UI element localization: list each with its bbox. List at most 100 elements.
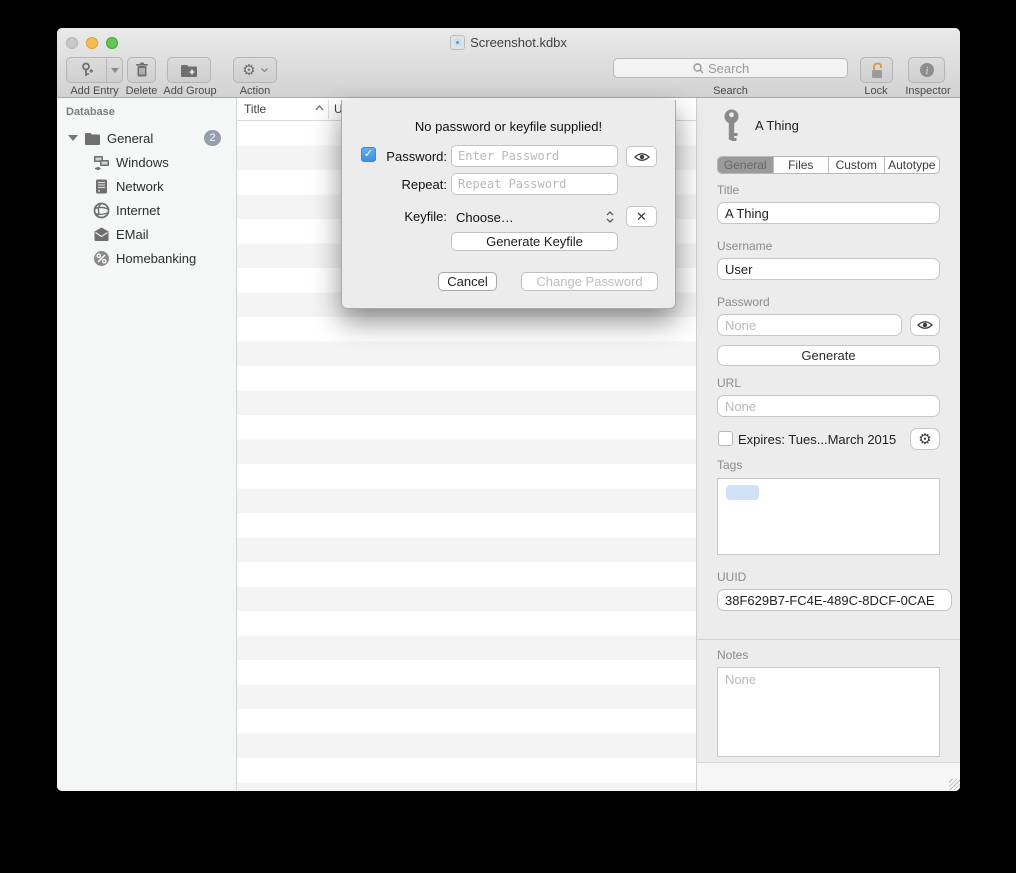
server-icon — [93, 178, 110, 195]
inspector-button[interactable]: i — [908, 57, 945, 83]
sidebar-section-header: Database — [66, 106, 115, 118]
sort-ascending-icon — [315, 105, 324, 111]
username-field-label: Username — [717, 239, 772, 253]
uuid-input[interactable] — [717, 589, 952, 611]
resize-grip[interactable] — [949, 779, 960, 790]
notes-textarea[interactable] — [717, 667, 940, 757]
sidebar-item-label: Internet — [116, 203, 160, 218]
username-input[interactable] — [717, 258, 940, 280]
sidebar-item-label: Homebanking — [116, 251, 196, 266]
reveal-password-button[interactable] — [626, 146, 657, 167]
reveal-password-button[interactable] — [910, 314, 940, 336]
enter-password-input[interactable] — [451, 145, 618, 167]
column-divider[interactable] — [328, 100, 329, 119]
sidebar-item-internet[interactable]: Internet — [57, 198, 237, 222]
folder-icon — [84, 130, 101, 147]
sidebar: Database General 2 Windows Network Inter… — [57, 98, 237, 791]
sidebar-item-homebanking[interactable]: Homebanking — [57, 246, 237, 270]
disclosure-triangle-icon[interactable] — [68, 135, 78, 141]
title-field-label: Title — [717, 183, 739, 197]
inspector-panel: A Thing General Files Custom Autotype Ti… — [696, 98, 960, 791]
inspector-entry-title: A Thing — [755, 118, 799, 133]
sidebar-item-label: Windows — [116, 155, 169, 170]
search-label: Search — [613, 85, 848, 97]
generate-password-button[interactable]: Generate — [717, 345, 940, 366]
eye-icon — [917, 320, 933, 330]
tab-files[interactable]: Files — [774, 157, 830, 173]
folder-plus-icon — [180, 63, 198, 78]
password-field-label: Password — [717, 295, 770, 309]
tab-custom[interactable]: Custom — [829, 157, 885, 173]
column-header-title[interactable]: Title — [244, 102, 266, 116]
sidebar-item-email[interactable]: EMail — [57, 222, 237, 246]
password-input[interactable] — [717, 314, 902, 336]
close-icon: ✕ — [636, 209, 647, 225]
workgroup-icon — [93, 154, 110, 171]
search-icon — [693, 63, 704, 74]
titlebar-toolbar: Screenshot.kdbx Add Entry Del — [57, 28, 960, 98]
uuid-field-label: UUID — [717, 570, 746, 584]
key-plus-icon — [67, 62, 106, 78]
url-input[interactable] — [717, 395, 940, 417]
generate-keyfile-button[interactable]: Generate Keyfile — [451, 232, 618, 251]
globe-icon — [93, 202, 110, 219]
window-title-text: Screenshot.kdbx — [470, 35, 567, 50]
chevron-down-icon — [261, 68, 268, 72]
add-group-button[interactable] — [167, 57, 211, 83]
eye-icon — [634, 152, 650, 162]
notes-field-label: Notes — [717, 648, 748, 662]
sidebar-item-label: EMail — [116, 227, 149, 242]
cancel-button[interactable]: Cancel — [438, 272, 497, 291]
key-icon — [722, 109, 741, 143]
keyfile-popup-button[interactable]: Choose… — [451, 206, 618, 228]
document-icon — [450, 35, 465, 50]
delete-button[interactable] — [127, 57, 156, 83]
repeat-password-input[interactable] — [451, 173, 618, 195]
expires-settings-button[interactable]: ⚙ — [910, 428, 940, 450]
add-group-label: Add Group — [161, 85, 219, 97]
inspector-bottom-bar — [697, 762, 960, 791]
action-button[interactable]: ⚙ — [233, 57, 277, 83]
lock-button[interactable] — [860, 57, 893, 83]
change-password-sheet: No password or keyfile supplied! ✓ Passw… — [341, 100, 676, 309]
tab-general[interactable]: General — [718, 157, 774, 173]
title-input[interactable] — [717, 202, 940, 224]
percent-icon — [93, 250, 110, 267]
action-label: Action — [233, 85, 277, 97]
password-row-label: Password: — [361, 149, 447, 164]
lock-open-icon — [870, 62, 884, 79]
add-entry-button[interactable] — [66, 57, 123, 83]
window-title: Screenshot.kdbx — [57, 35, 960, 50]
keyfile-popup-value: Choose… — [451, 210, 514, 225]
keyfile-row-label: Keyfile: — [361, 209, 447, 224]
inspector-tabs: General Files Custom Autotype — [717, 156, 940, 174]
tags-box[interactable] — [717, 478, 940, 555]
sidebar-item-label: Network — [116, 179, 164, 194]
tags-field-label: Tags — [717, 458, 742, 472]
sheet-warning-message: No password or keyfile supplied! — [342, 119, 675, 134]
app-window: Screenshot.kdbx Add Entry Del — [57, 28, 960, 791]
expires-label: Expires: Tues...March 2015 — [738, 432, 896, 447]
tag-token[interactable] — [726, 485, 759, 500]
chevron-down-icon[interactable] — [107, 68, 123, 73]
repeat-row-label: Repeat: — [361, 177, 447, 192]
clear-keyfile-button[interactable]: ✕ — [626, 206, 657, 227]
change-password-button[interactable]: Change Password — [521, 272, 658, 291]
expires-checkbox[interactable] — [718, 431, 733, 446]
stepper-chevrons-icon — [606, 211, 614, 223]
search-field[interactable] — [613, 58, 848, 78]
desktop-background: Screenshot.kdbx Add Entry Del — [0, 0, 1016, 873]
search-input[interactable] — [708, 61, 768, 76]
sidebar-item-label: General — [107, 131, 153, 146]
info-icon: i — [919, 62, 935, 78]
gear-icon: ⚙ — [918, 432, 931, 447]
entry-count-badge: 2 — [204, 130, 221, 146]
tab-autotype[interactable]: Autotype — [885, 157, 940, 173]
inspector-label: Inspector — [900, 85, 956, 97]
sidebar-item-network[interactable]: Network — [57, 174, 237, 198]
envelope-icon — [93, 226, 110, 243]
sidebar-item-general[interactable]: General 2 — [57, 126, 237, 150]
svg-text:i: i — [925, 66, 928, 77]
lock-label: Lock — [847, 85, 905, 97]
sidebar-item-windows[interactable]: Windows — [57, 150, 237, 174]
